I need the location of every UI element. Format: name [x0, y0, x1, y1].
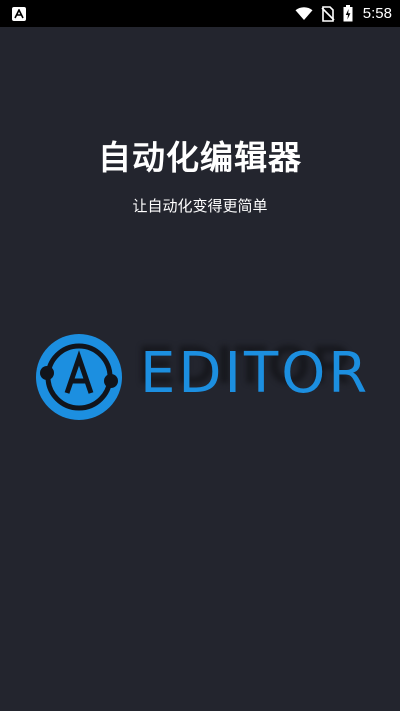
splash-screen: 自动化编辑器 让自动化变得更简单 EDITOR EDITOR — [0, 27, 400, 711]
app-title: 自动化编辑器 — [98, 138, 302, 177]
status-bar-left — [12, 6, 295, 21]
editor-logo: EDITOR EDITOR — [34, 332, 374, 422]
logo-text: EDITOR — [140, 341, 371, 406]
status-time: 5:58 — [362, 5, 392, 22]
app-subtitle: 让自动化变得更简单 — [132, 197, 268, 215]
status-bar-right: 5:58 — [295, 5, 392, 22]
battery-charging-icon — [343, 5, 353, 22]
logo-mark-icon — [36, 334, 122, 420]
status-bar: 5:58 — [0, 0, 400, 27]
wifi-icon — [295, 6, 313, 20]
app-notification-icon — [12, 6, 26, 21]
no-sim-icon — [321, 5, 335, 22]
